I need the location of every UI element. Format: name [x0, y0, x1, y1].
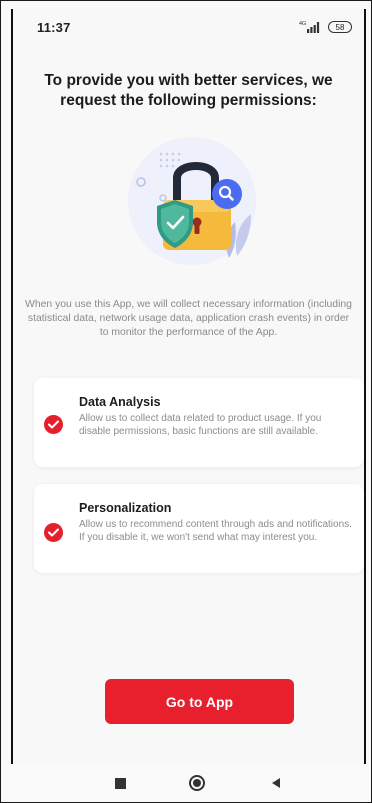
checkmark-icon[interactable]	[44, 415, 63, 434]
checkmark-icon[interactable]	[44, 523, 63, 542]
permission-description: Allow us to collect data related to prod…	[79, 413, 322, 437]
permission-card-personalization[interactable]: Personalization Allow us to recommend co…	[34, 484, 364, 573]
status-bar: 11:37 4G 58	[13, 9, 364, 45]
phone-frame: 11:37 4G 58 To provide you with better s…	[0, 0, 372, 803]
permission-title: Personalization	[79, 501, 172, 515]
permission-description: Allow us to recommend content through ad…	[79, 519, 352, 543]
recents-button[interactable]	[105, 764, 135, 802]
go-to-app-button[interactable]: Go to App	[105, 679, 294, 724]
square-icon	[114, 777, 126, 789]
status-indicators: 4G 58	[299, 19, 352, 35]
permission-card-data-analysis[interactable]: Data Analysis Allow us to collect data r…	[34, 378, 364, 467]
status-time: 11:37	[37, 20, 71, 35]
app-screen: 11:37 4G 58 To provide you with better s…	[11, 9, 366, 764]
home-button[interactable]	[182, 764, 212, 802]
battery-level: 58	[335, 23, 345, 32]
battery-icon: 58	[328, 21, 352, 33]
intro-text: When you use this App, we will collect n…	[25, 299, 352, 338]
system-navigation-bar	[1, 764, 371, 802]
circle-icon	[189, 775, 205, 791]
back-button[interactable]	[261, 764, 291, 802]
page-title: To provide you with better services, we …	[44, 72, 333, 109]
permission-title: Data Analysis	[79, 395, 161, 409]
signal-icon: 4G	[299, 21, 320, 33]
network-type-label: 4G	[299, 21, 306, 27]
padlock-shield-magnifier-illustration	[117, 126, 267, 276]
triangle-left-icon	[272, 778, 280, 788]
